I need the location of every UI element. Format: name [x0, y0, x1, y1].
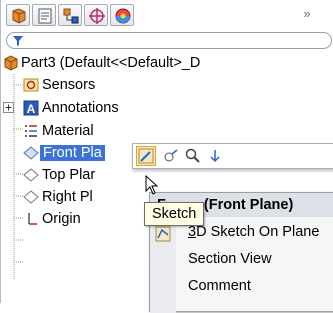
tree-item-annotations[interactable]: A Annotations [3, 97, 119, 119]
feature-manager-tab[interactable] [6, 4, 30, 26]
dimxpert-manager-tab[interactable] [84, 4, 108, 26]
part-icon [4, 55, 18, 71]
menu-item-comment[interactable]: Comment [188, 275, 251, 297]
menu-item-section-view[interactable]: Section View [188, 248, 272, 270]
plane-icon [23, 190, 39, 204]
material-icon [25, 125, 37, 137]
tree-root-part[interactable]: Part3 (Default<<Default>_D [3, 52, 200, 74]
selected-item-label: Front Pla [40, 145, 105, 161]
configuration-manager-tab[interactable] [58, 4, 82, 26]
tree-item-front-plane[interactable]: Front Pla [23, 142, 105, 164]
tree-item-right-plane[interactable]: Right Pl [23, 186, 93, 208]
sketch-tooltip: Sketch [144, 202, 205, 226]
filter-icon [13, 36, 23, 46]
tree-item-top-plane[interactable]: Top Plar [23, 164, 95, 186]
sketch-icon [138, 148, 154, 164]
plane-icon [23, 168, 39, 182]
feature-filter-input[interactable] [6, 32, 332, 49]
menu-item-3d-sketch-on-plane[interactable]: 3D Sketch On Plane [188, 221, 319, 243]
mouse-cursor-icon [145, 175, 159, 195]
3d-sketch-icon [155, 226, 171, 242]
tree-item-sensors[interactable]: Sensors [23, 74, 95, 96]
context-toolbar [132, 143, 333, 169]
origin-icon [28, 213, 37, 225]
sensors-icon [23, 78, 39, 92]
expand-plus-icon[interactable] [3, 102, 14, 113]
tree-item-origin[interactable]: Origin [23, 208, 81, 230]
manager-tabs-toolbar: » [6, 4, 326, 28]
property-manager-tab[interactable] [32, 4, 56, 26]
tree-item-material[interactable]: Material [23, 120, 94, 142]
display-manager-tab[interactable] [110, 4, 134, 26]
sketch-button[interactable] [136, 146, 156, 166]
dimxpert-icon [89, 8, 105, 24]
hide-show-icon[interactable] [207, 148, 223, 164]
annotations-icon: A [23, 100, 39, 116]
tree-root-label: Part3 (Default<<Default>_D [21, 55, 201, 71]
zoom-to-selection-icon[interactable] [185, 148, 201, 164]
feature-tree-icon [12, 8, 26, 24]
plane-icon [23, 146, 39, 160]
display-manager-icon [115, 8, 131, 24]
configuration-manager-icon [63, 8, 79, 24]
property-manager-icon [38, 8, 52, 24]
toolbar-overflow-button[interactable]: » [297, 5, 317, 23]
normal-to-icon[interactable] [163, 148, 179, 164]
svg-text:A: A [27, 102, 36, 116]
feature-manager-panel: » Part3 (Default<<Default>_D Sensors A A… [0, 0, 333, 313]
menu-item-rest: D Sketch On Plane [196, 224, 320, 240]
